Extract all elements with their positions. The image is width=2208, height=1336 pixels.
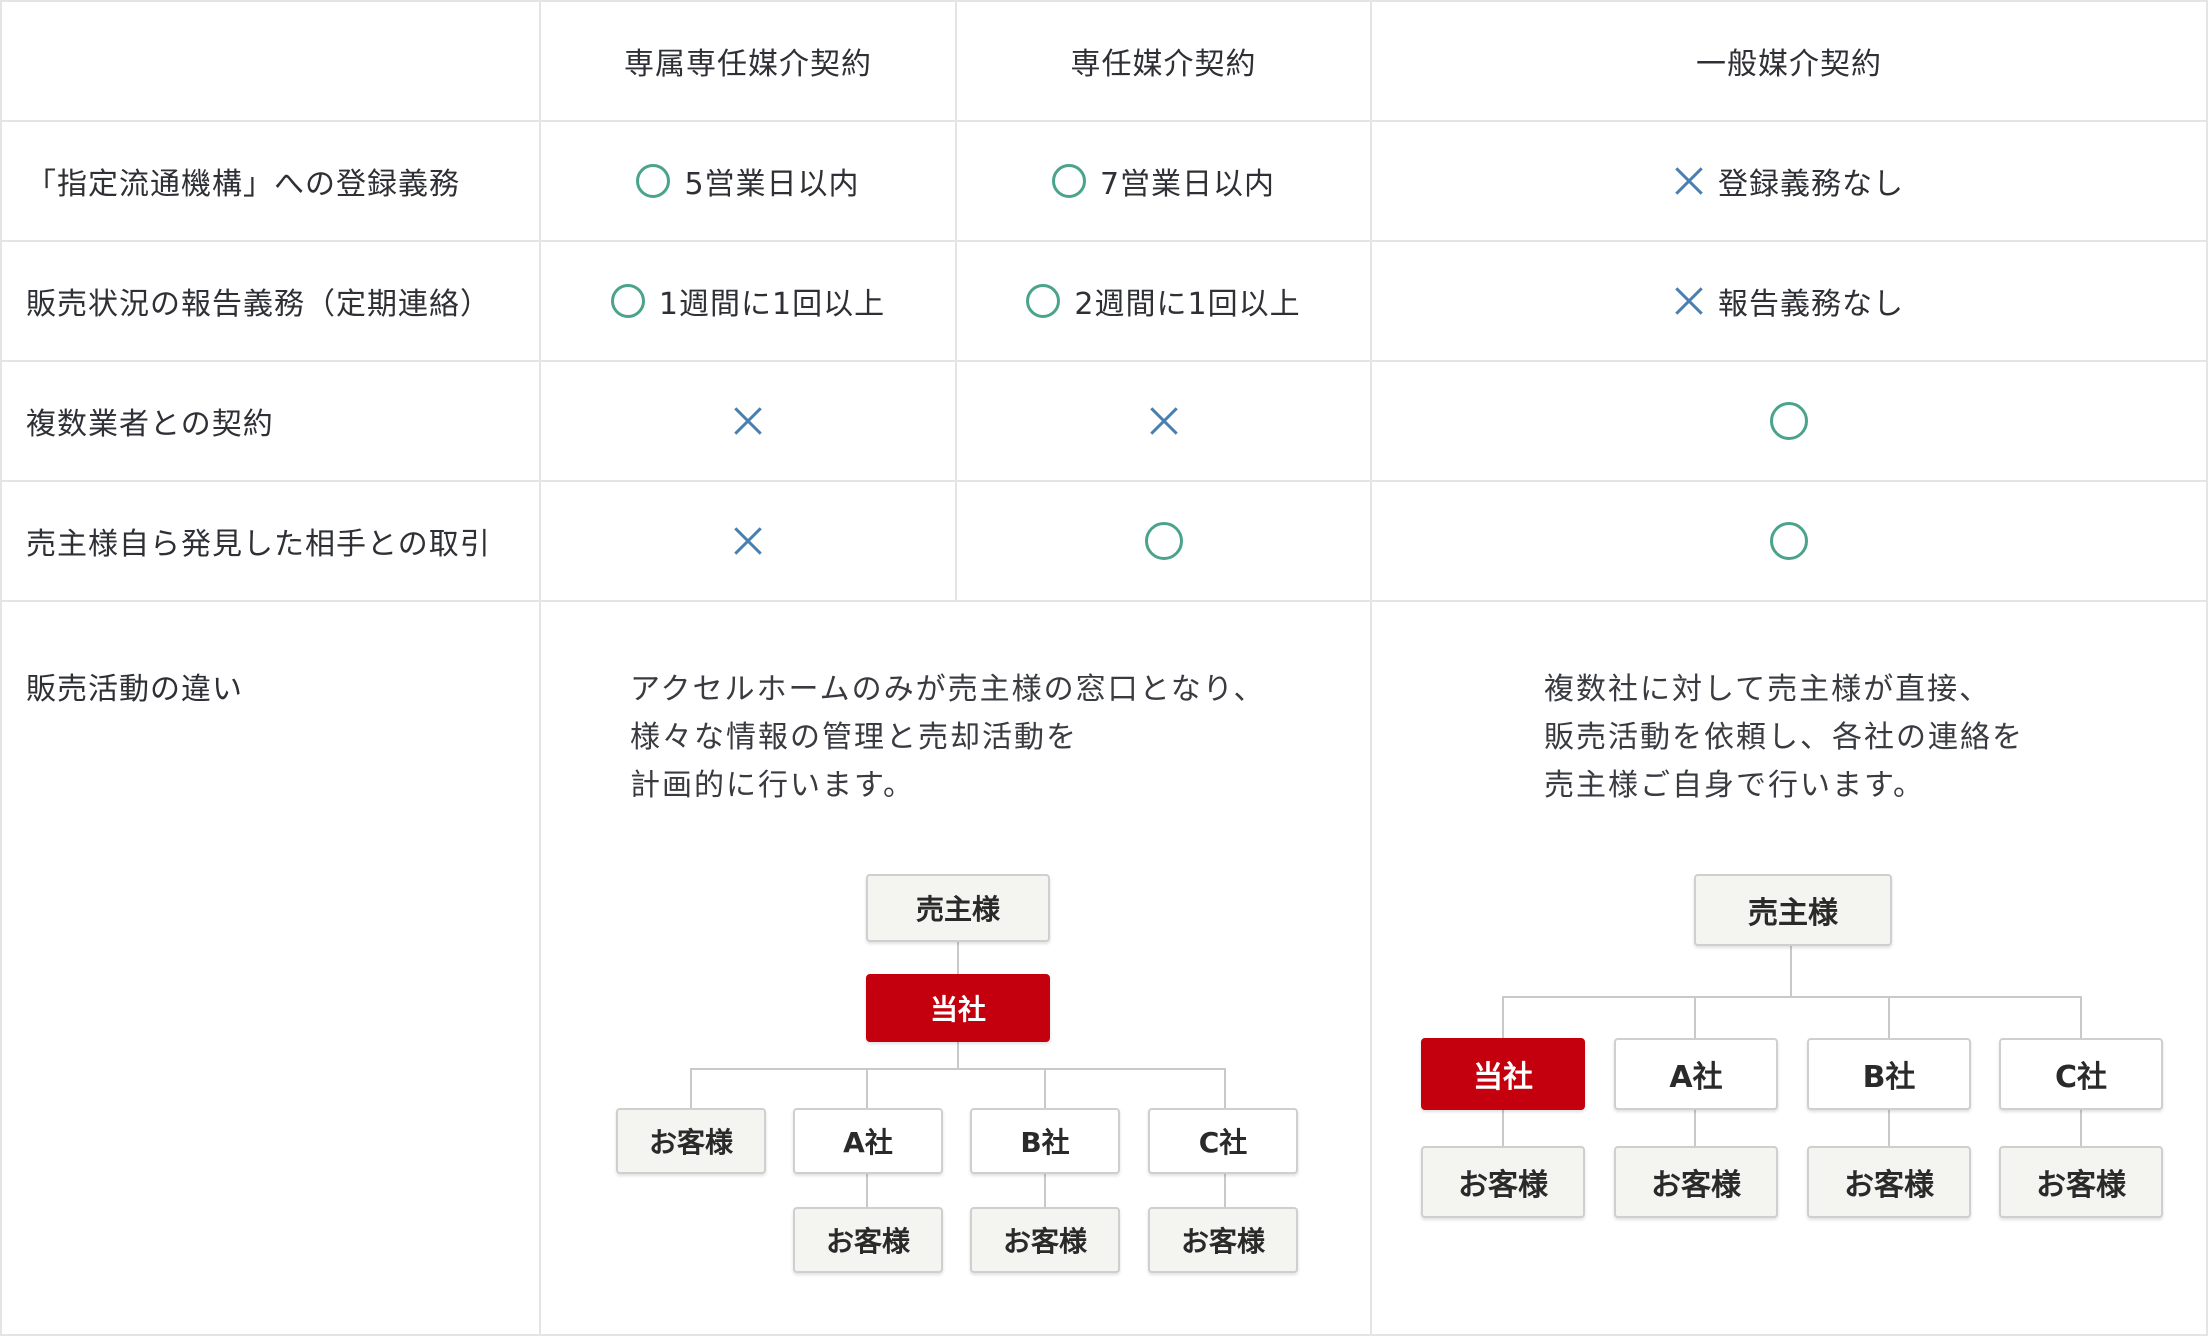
cell-text: 登録義務なし bbox=[1718, 167, 1904, 202]
cross-icon bbox=[1149, 406, 1179, 436]
cell: 7営業日以内 bbox=[957, 122, 1370, 240]
our-company-box: 当社 bbox=[866, 974, 1050, 1042]
cell bbox=[1372, 482, 2206, 600]
company-a-box: A社 bbox=[793, 1108, 943, 1174]
header-exclusive-exclusive: 専属専任媒介契約 bbox=[541, 2, 955, 120]
cross-icon bbox=[733, 526, 763, 556]
our-company-box: 当社 bbox=[1421, 1038, 1585, 1110]
cell-text: 1週間に1回以上 bbox=[658, 287, 886, 322]
circle-icon bbox=[1770, 402, 1808, 440]
exclusive-description: アクセルホームのみが売主様の窓口となり、 様々な情報の管理と売却活動を 計画的に… bbox=[630, 672, 1266, 803]
cell: 5営業日以内 bbox=[541, 122, 955, 240]
seller-box: 売主様 bbox=[1694, 874, 1892, 946]
row-label-text: 販売状況の報告義務（定期連絡） bbox=[26, 287, 491, 322]
connector-line bbox=[1044, 1068, 1046, 1110]
connector-line bbox=[690, 1068, 692, 1110]
row-label-text: 「指定流通機構」への登録義務 bbox=[26, 167, 460, 202]
circle-icon bbox=[636, 164, 671, 198]
connector-line bbox=[2080, 996, 2082, 1040]
connector-line bbox=[1694, 996, 1696, 1040]
cell: 2週間に1回以上 bbox=[957, 242, 1370, 360]
row-label: 売主様自ら発見した相手との取引 bbox=[2, 482, 539, 600]
cell bbox=[957, 362, 1370, 480]
row-label: 複数業者との契約 bbox=[2, 362, 539, 480]
customer-box: お客様 bbox=[1421, 1146, 1585, 1218]
circle-icon bbox=[610, 284, 645, 318]
customer-box: お客様 bbox=[1614, 1146, 1778, 1218]
cross-icon bbox=[733, 406, 763, 436]
company-c-box: C社 bbox=[1999, 1038, 2163, 1110]
cell bbox=[1372, 362, 2206, 480]
connector-line bbox=[1888, 996, 1890, 1040]
cell-text: 5営業日以内 bbox=[684, 167, 860, 202]
cell bbox=[541, 362, 955, 480]
cell: 報告義務なし bbox=[1372, 242, 2206, 360]
customer-box: お客様 bbox=[970, 1207, 1120, 1273]
header-general: 一般媒介契約 bbox=[1372, 2, 2206, 120]
connector-line bbox=[866, 1172, 868, 1208]
company-b-box: B社 bbox=[1807, 1038, 1971, 1110]
header-label: 一般媒介契約 bbox=[1696, 47, 1882, 82]
row-label-text: 複数業者との契約 bbox=[26, 407, 274, 442]
header-label: 専任媒介契約 bbox=[1070, 47, 1257, 82]
connector-line bbox=[1502, 996, 1504, 1040]
comparison-table: 専属専任媒介契約 専任媒介契約 一般媒介契約 「指定流通機構」への登録義務 5営… bbox=[0, 0, 2208, 1336]
connector-line bbox=[866, 1068, 868, 1110]
connector-line bbox=[690, 1068, 1226, 1070]
cell: 登録義務なし bbox=[1372, 122, 2206, 240]
circle-icon bbox=[1144, 522, 1183, 560]
connector-line bbox=[1790, 944, 1792, 998]
connector-line bbox=[1694, 1110, 1696, 1148]
cell bbox=[957, 482, 1370, 600]
cell bbox=[541, 482, 955, 600]
connector-line bbox=[2080, 1110, 2082, 1148]
connector-line bbox=[1224, 1172, 1226, 1208]
circle-icon bbox=[1026, 284, 1061, 318]
cell-text: 報告義務なし bbox=[1718, 287, 1904, 322]
seller-box: 売主様 bbox=[866, 874, 1050, 942]
circle-icon bbox=[1770, 522, 1808, 560]
customer-box: お客様 bbox=[1807, 1146, 1971, 1218]
cell-text: 2週間に1回以上 bbox=[1074, 287, 1301, 322]
cell: 1週間に1回以上 bbox=[541, 242, 955, 360]
cross-icon bbox=[1674, 166, 1704, 196]
row-label: 「指定流通機構」への登録義務 bbox=[2, 122, 539, 240]
company-c-box: C社 bbox=[1148, 1108, 1298, 1174]
general-description: 複数社に対して売主様が直接、 販売活動を依頼し、各社の連絡を 売主様ご自身で行い… bbox=[1544, 672, 2024, 803]
customer-box: お客様 bbox=[793, 1207, 943, 1273]
connector-line bbox=[1502, 1110, 1504, 1148]
row-divider bbox=[2, 600, 2206, 602]
row-label-text: 販売活動の違い bbox=[26, 672, 243, 707]
row-label: 販売状況の報告義務（定期連絡） bbox=[2, 242, 539, 360]
connector-line bbox=[1224, 1068, 1226, 1110]
header-exclusive: 専任媒介契約 bbox=[957, 2, 1370, 120]
connector-line bbox=[1044, 1172, 1046, 1208]
customer-box: お客様 bbox=[1148, 1207, 1298, 1273]
customer-box: お客様 bbox=[616, 1108, 766, 1174]
connector-line bbox=[1888, 1110, 1890, 1148]
circle-icon bbox=[1051, 164, 1086, 198]
connector-line bbox=[1502, 996, 2082, 998]
cell-text: 7営業日以内 bbox=[1099, 167, 1276, 202]
row-label-text: 売主様自ら発見した相手との取引 bbox=[26, 527, 491, 562]
company-b-box: B社 bbox=[970, 1108, 1120, 1174]
customer-box: お客様 bbox=[1999, 1146, 2163, 1218]
header-label: 専属専任媒介契約 bbox=[624, 47, 872, 82]
company-a-box: A社 bbox=[1614, 1038, 1778, 1110]
cross-icon bbox=[1674, 286, 1704, 316]
row-label: 販売活動の違い bbox=[2, 662, 539, 710]
connector-line bbox=[957, 1040, 959, 1070]
connector-line bbox=[957, 942, 959, 976]
